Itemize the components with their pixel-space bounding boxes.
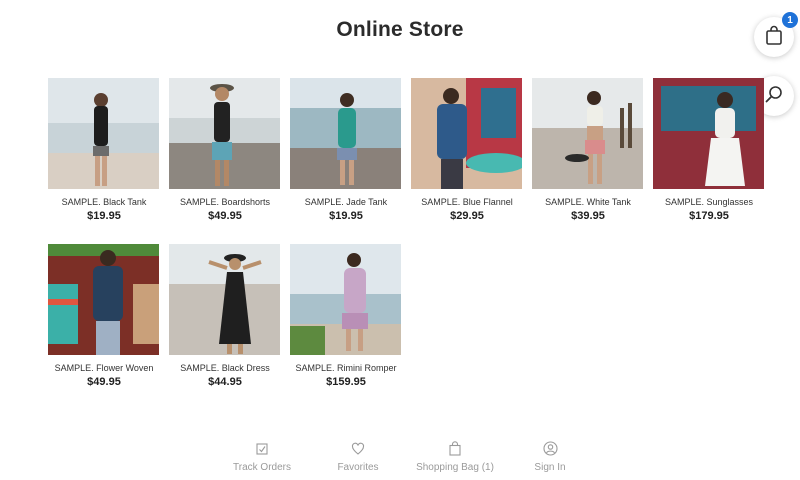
nav-label: Track Orders (233, 462, 291, 473)
product-card[interactable]: SAMPLE. Black Tank $19.95 (48, 78, 160, 222)
product-price: $49.95 (208, 210, 242, 222)
product-image[interactable] (290, 78, 401, 189)
track-orders-icon (255, 442, 269, 459)
nav-label: Sign In (534, 462, 566, 473)
user-icon (542, 441, 558, 459)
product-image[interactable] (48, 78, 159, 189)
product-name: SAMPLE. Rimini Romper (295, 363, 397, 373)
product-card[interactable]: SAMPLE. Boardshorts $49.95 (169, 78, 281, 222)
nav-shopping-bag[interactable]: Shopping Bag (1) (410, 441, 500, 473)
product-image[interactable] (169, 244, 280, 355)
product-card[interactable]: SAMPLE. Rimini Romper $159.95 (290, 244, 402, 388)
product-name: SAMPLE. White Tank (545, 197, 631, 207)
nav-track-orders[interactable]: Track Orders (227, 442, 297, 473)
product-card[interactable]: SAMPLE. Sunglasses $179.95 (653, 78, 765, 222)
product-image[interactable] (653, 78, 764, 189)
product-image[interactable] (411, 78, 522, 189)
product-name: SAMPLE. Blue Flannel (421, 197, 513, 207)
product-price: $179.95 (689, 210, 729, 222)
product-name: SAMPLE. Flower Woven (54, 363, 154, 373)
product-card[interactable]: SAMPLE. Black Dress $44.95 (169, 244, 281, 388)
product-image[interactable] (169, 78, 280, 189)
shopping-bag-icon (448, 441, 462, 459)
bottom-nav: Track Orders Favorites Shopping Bag (1) … (0, 441, 800, 474)
product-card[interactable]: SAMPLE. White Tank $39.95 (532, 78, 644, 222)
product-price: $29.95 (450, 210, 484, 222)
product-price: $159.95 (326, 376, 366, 388)
product-grid: SAMPLE. Black Tank $19.95 SAMPLE. Boards… (0, 0, 800, 400)
product-name: SAMPLE. Black Dress (180, 363, 270, 373)
product-image[interactable] (532, 78, 643, 189)
heart-icon (351, 442, 365, 459)
product-price: $49.95 (87, 376, 121, 388)
product-name: SAMPLE. Boardshorts (179, 197, 271, 207)
nav-sign-in[interactable]: Sign In (522, 441, 578, 473)
product-card[interactable]: SAMPLE. Flower Woven $49.95 (48, 244, 160, 388)
product-price: $39.95 (571, 210, 605, 222)
product-name: SAMPLE. Sunglasses (664, 197, 754, 207)
product-price: $44.95 (208, 376, 242, 388)
product-image[interactable] (290, 244, 401, 355)
product-price: $19.95 (329, 210, 363, 222)
product-card[interactable]: SAMPLE. Blue Flannel $29.95 (411, 78, 523, 222)
product-card[interactable]: SAMPLE. Jade Tank $19.95 (290, 78, 402, 222)
product-price: $19.95 (87, 210, 121, 222)
nav-label: Shopping Bag (1) (416, 462, 494, 473)
nav-label: Favorites (337, 462, 379, 473)
product-image[interactable] (48, 244, 159, 355)
nav-favorites[interactable]: Favorites (328, 442, 388, 473)
product-name: SAMPLE. Black Tank (61, 197, 147, 207)
product-name: SAMPLE. Jade Tank (304, 197, 388, 207)
